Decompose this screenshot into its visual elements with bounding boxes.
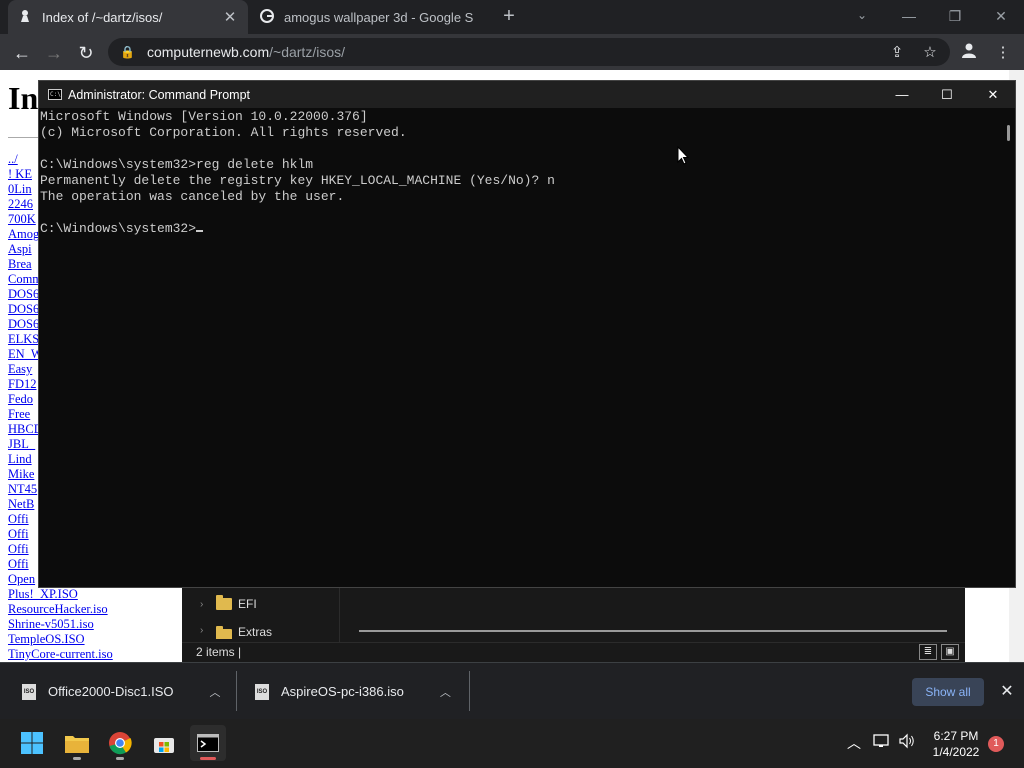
file-link[interactable]: Plus!_XP.ISO	[8, 587, 113, 602]
lock-icon: 🔒	[120, 45, 135, 59]
file-link[interactable]: Shrine-v5051.iso	[8, 617, 113, 632]
chevron-down-icon[interactable]: ⌄	[852, 8, 872, 26]
status-bar: 2 items |	[182, 642, 965, 662]
profile-icon[interactable]	[958, 42, 980, 64]
details-view-icon[interactable]: ≣	[919, 644, 937, 660]
folder-icon	[216, 626, 232, 639]
file-explorer-icon[interactable]	[59, 725, 95, 761]
tree-item-label: EFI	[238, 597, 257, 611]
cmd-title: Administrator: Command Prompt	[68, 87, 251, 102]
console-output[interactable]: Microsoft Windows [Version 10.0.22000.37…	[39, 109, 1001, 587]
windows-start-icon[interactable]	[14, 725, 50, 761]
chevron-up-icon[interactable]: ︿	[440, 684, 451, 700]
scrollbar-thumb[interactable]	[1007, 125, 1010, 141]
terminal-icon: C:\	[48, 89, 62, 100]
cmd-scrollbar[interactable]	[1001, 109, 1015, 587]
chevron-right-icon[interactable]: ›	[200, 599, 216, 610]
clock-date: 1/4/2022	[932, 745, 980, 759]
url-text: computernewb.com/~dartz/isos/	[146, 44, 345, 60]
tab-index-of-isos[interactable]: Index of /~dartz/isos/ ✕	[8, 0, 248, 34]
forward-arrow-icon[interactable]: →	[43, 42, 65, 64]
back-arrow-icon[interactable]: ←	[11, 42, 33, 64]
tree-item-label: Extras	[238, 625, 273, 639]
chevron-right-icon[interactable]: ›	[200, 625, 216, 636]
file-link[interactable]: TempleOS.ISO	[8, 632, 113, 647]
tab-amogus-wallpaper[interactable]: amogus wallpaper 3d - Google S	[250, 0, 490, 34]
cmd-title-bar[interactable]: C:\ Administrator: Command Prompt	[39, 81, 1015, 108]
download-item[interactable]: ISO Office2000-Disc1.ISO ︿	[22, 663, 220, 720]
download-item[interactable]: ISO AspireOS-pc-i386.iso ︿	[255, 663, 451, 720]
speaker-icon[interactable]	[897, 733, 917, 753]
text-cursor	[196, 230, 204, 232]
pawn-icon	[18, 9, 32, 26]
file-link[interactable]: ResourceHacker.iso	[8, 602, 113, 617]
tab-title: amogus wallpaper 3d - Google S	[284, 9, 474, 25]
close-window-button[interactable]: ✕	[978, 0, 1024, 32]
chevron-up-icon[interactable]: ︿	[846, 733, 862, 753]
close-button[interactable]: ✕	[970, 81, 1016, 108]
folder-icon	[216, 595, 232, 610]
tab-title: Index of /~dartz/isos/	[42, 9, 163, 25]
console-line: C:\Windows\system32>reg delete hklm	[40, 157, 314, 172]
close-icon[interactable]: ✕	[998, 681, 1016, 701]
tree-item-efi[interactable]: › EFI	[200, 594, 257, 614]
mouse-pointer-icon	[677, 145, 690, 170]
minimize-button[interactable]: —	[879, 81, 925, 108]
minimize-button[interactable]: —	[886, 0, 932, 32]
console-line: Permanently delete the registry key HKEY…	[40, 173, 555, 188]
horizontal-scrollbar[interactable]	[359, 630, 947, 632]
page-title: In	[8, 80, 39, 116]
reload-icon[interactable]: ↻	[75, 42, 97, 64]
download-filename: Office2000-Disc1.ISO	[48, 684, 174, 699]
store-icon[interactable]	[146, 725, 182, 761]
tree-item-extras[interactable]: › Extras	[200, 625, 272, 639]
chrome-icon[interactable]	[102, 725, 138, 761]
network-icon[interactable]	[872, 733, 892, 753]
console-line: Microsoft Windows [Version 10.0.22000.37…	[40, 109, 368, 124]
close-icon[interactable]: ✕	[222, 8, 238, 26]
console-line: The operation was canceled by the user.	[40, 189, 345, 204]
clock[interactable]: 6:27 PM 1/4/2022	[924, 728, 988, 760]
iso-file-icon: ISO	[255, 683, 269, 700]
download-filename: AspireOS-pc-i386.iso	[281, 684, 404, 699]
google-icon	[260, 8, 274, 26]
console-line: C:\Windows\system32>	[40, 221, 1001, 237]
chevron-up-icon[interactable]: ︿	[209, 684, 220, 700]
share-icon[interactable]: ⇪	[886, 42, 908, 64]
divider	[236, 671, 237, 711]
file-link[interactable]: TinyCore-current.iso	[8, 647, 113, 662]
taskbar: ︿ 6:27 PM 1/4/2022 1	[0, 719, 1024, 768]
address-bar[interactable]: 🔒 computernewb.com/~dartz/isos/	[108, 38, 950, 66]
download-shelf: ISO Office2000-Disc1.ISO ︿ ISO AspireOS-…	[0, 662, 1024, 719]
command-prompt-window[interactable]: C:\ Administrator: Command Prompt — ☐ ✕ …	[38, 80, 1016, 588]
clock-time: 6:27 PM	[933, 729, 979, 743]
bookmark-star-icon[interactable]: ☆	[919, 42, 941, 64]
show-all-button[interactable]: Show all	[912, 678, 984, 706]
tiles-view-icon[interactable]: ▣	[941, 644, 959, 660]
terminal-icon[interactable]	[190, 725, 226, 761]
iso-file-icon: ISO	[22, 683, 36, 700]
maximize-button[interactable]: ☐	[924, 81, 970, 108]
file-explorer-window: › EFI › Extras 2 items | ≣ ▣	[182, 586, 965, 662]
new-tab-button[interactable]: +	[498, 6, 520, 28]
menu-kebab-icon[interactable]: ⋮	[992, 42, 1014, 64]
divider	[8, 137, 38, 138]
console-line: (c) Microsoft Corporation. All rights re…	[40, 125, 407, 140]
divider	[469, 671, 470, 711]
restore-button[interactable]: ❐	[932, 0, 978, 32]
notification-badge[interactable]: 1	[988, 736, 1004, 752]
